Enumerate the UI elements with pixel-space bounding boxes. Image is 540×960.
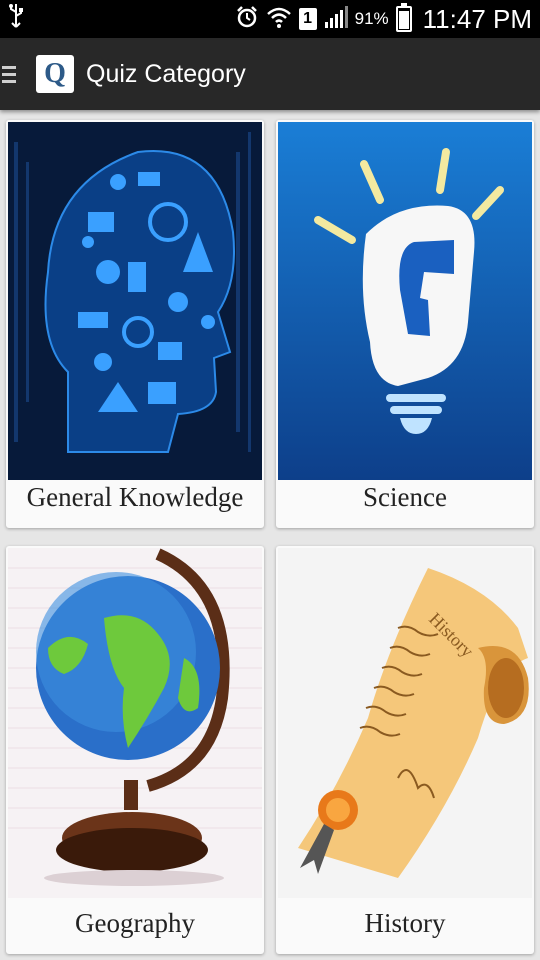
wifi-icon bbox=[266, 5, 292, 33]
category-label: Geography bbox=[75, 908, 195, 938]
scroll-icon: History bbox=[278, 548, 532, 898]
category-card-history[interactable]: History History bbox=[276, 546, 534, 954]
battery-icon bbox=[395, 3, 412, 32]
menu-icon[interactable] bbox=[2, 65, 16, 83]
clock: 11:47 PM bbox=[422, 3, 532, 34]
category-card-general-knowledge[interactable]: General Knowledge bbox=[6, 120, 264, 528]
lightbulb-icon bbox=[278, 122, 532, 480]
usb-icon bbox=[8, 3, 38, 35]
app-logo[interactable]: Q bbox=[36, 55, 74, 93]
signal-icon bbox=[324, 5, 348, 33]
alarm-icon bbox=[235, 5, 259, 33]
head-knowledge-icon bbox=[8, 122, 262, 480]
page-title: Quiz Category bbox=[86, 59, 246, 88]
battery-percent: 91% bbox=[354, 9, 389, 28]
globe-icon bbox=[8, 548, 262, 898]
category-card-science[interactable]: Science bbox=[276, 120, 534, 528]
app-bar: Q Quiz Category bbox=[0, 38, 540, 110]
category-card-geography[interactable]: Geography bbox=[6, 546, 264, 954]
category-label: Science bbox=[363, 482, 447, 512]
sim-icon: 1 bbox=[298, 8, 317, 30]
category-label: History bbox=[364, 908, 446, 938]
category-label: General Knowledge bbox=[26, 482, 244, 512]
status-bar: 1 91% 11:47 PM bbox=[0, 0, 540, 38]
